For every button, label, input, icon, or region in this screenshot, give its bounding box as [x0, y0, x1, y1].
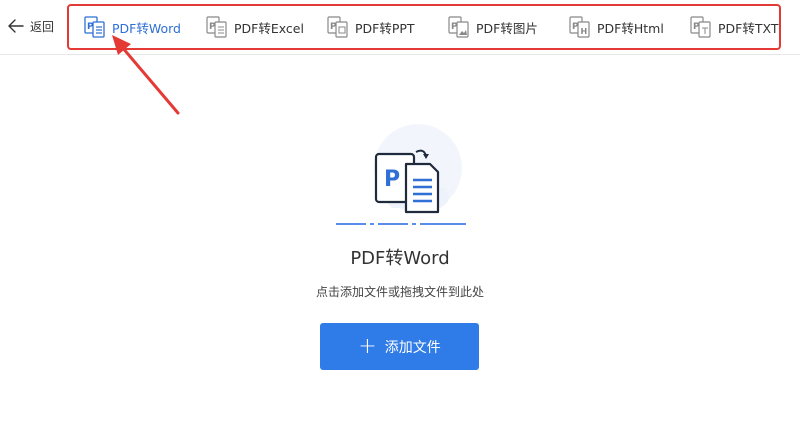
add-file-label: 添加文件 [384, 339, 441, 356]
pdf-to-word-illustration: P [320, 118, 480, 228]
page-title: PDF转Word [350, 248, 450, 269]
svg-text:P: P [384, 167, 400, 192]
add-file-button[interactable]: + 添加文件 [320, 323, 479, 370]
annotation-highlight-box [67, 4, 781, 50]
top-toolbar: 返回 P PDF转Word P PDF转Excel P PDF转PPT P PD… [0, 0, 800, 55]
back-label: 返回 [30, 19, 55, 34]
drop-zone-hint[interactable]: 点击添加文件或拖拽文件到此处 [0, 283, 800, 300]
back-button[interactable]: 返回 [8, 14, 54, 38]
back-arrow-icon [8, 19, 24, 33]
plus-icon: + [358, 333, 377, 359]
